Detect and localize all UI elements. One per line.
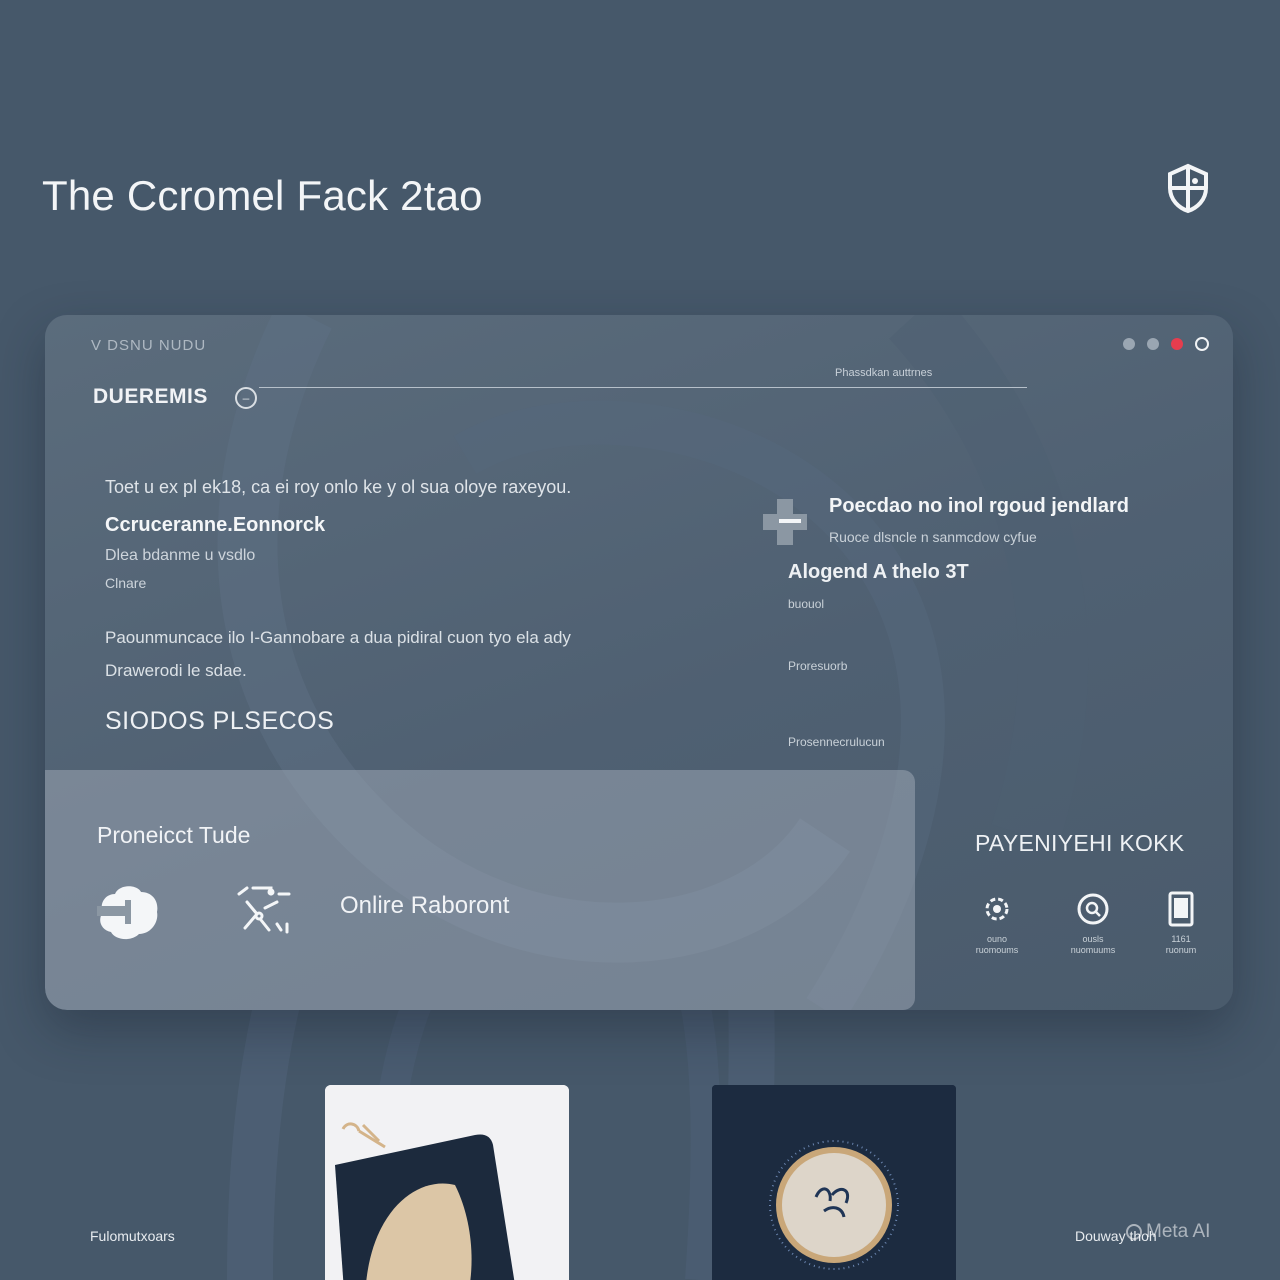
heading-divider — [259, 387, 1027, 388]
payment-caption: ruonum — [1165, 945, 1197, 955]
status-label: SIODOS PLSECOS — [105, 707, 335, 735]
shield-logo[interactable] — [1162, 162, 1214, 214]
lead-note: Clnare — [105, 575, 147, 591]
info-icon[interactable]: – — [235, 387, 257, 409]
window-controls — [1123, 337, 1209, 351]
search-circle-icon — [1077, 893, 1109, 925]
plate-product-image — [712, 1085, 956, 1280]
window-dot[interactable] — [1147, 338, 1159, 350]
lead-subtitle: Dlea bdanme u vsdlo — [105, 547, 256, 564]
page-title: The Ccromel Fack 2tao — [42, 172, 483, 219]
card-icon — [1168, 891, 1194, 927]
lead-title: Ccruceranne.Eonnorck — [105, 514, 326, 536]
payment-caption: nuomuums — [1070, 945, 1116, 955]
section-heading: DUEREMIS — [93, 385, 208, 408]
glasses-product-image — [325, 1085, 569, 1280]
product-panel: Proneicct Tude Onlire Raboront — [45, 770, 915, 1010]
settings-cog-icon — [985, 897, 1009, 921]
payment-title: PAYENIYEHI KOKK — [975, 830, 1185, 856]
window-dot-alert[interactable] — [1171, 338, 1183, 350]
route-icon[interactable] — [231, 880, 295, 944]
footer-left-label[interactable]: Fulomutxoars — [90, 1228, 175, 1244]
product-label: Proneicct Tude — [97, 822, 251, 848]
window-dot[interactable] — [1123, 338, 1135, 350]
product-thumbnail[interactable] — [325, 1085, 569, 1280]
rule-caption[interactable]: Phassdkan auttrnes — [835, 367, 932, 379]
body-line: Paounmuncace ilo I-Gannobare a dua pidir… — [105, 628, 571, 647]
payment-option[interactable]: 1161 ruonum — [1141, 890, 1221, 956]
payment-caption: ousls — [1082, 934, 1104, 944]
meta-ai-icon — [1126, 1224, 1142, 1240]
power-icon[interactable] — [1195, 337, 1209, 351]
payment-caption: ouno — [986, 934, 1008, 944]
body-line: Drawerodi le sdae. — [105, 661, 247, 680]
watermark: Meta AI — [1126, 1221, 1210, 1243]
payment-option[interactable]: ouno ruomoums — [957, 890, 1037, 956]
right-heading: Alogend A thelo 3T — [788, 561, 969, 583]
payment-option[interactable]: ousls nuomuums — [1053, 890, 1133, 956]
plus-cross-icon — [763, 499, 807, 545]
card-kicker: V DSNU NUDU — [91, 337, 207, 354]
feature-title: Poecdao no inol rgoud jendlard — [829, 495, 1130, 517]
online-label[interactable]: Onlire Raboront — [340, 892, 509, 920]
payment-caption: 1161 — [1171, 934, 1191, 944]
product-thumbnail[interactable] — [712, 1085, 956, 1280]
watermark-text: Meta AI — [1146, 1221, 1211, 1242]
cloud-icon[interactable] — [97, 880, 161, 944]
body-text: Paounmuncace ilo I-Gannobare a dua pidir… — [105, 621, 725, 687]
main-card: V DSNU NUDU DUEREMIS – Phassdkan auttrne… — [45, 315, 1233, 1010]
right-note: buouol — [788, 597, 825, 611]
payment-caption: ruomoums — [975, 945, 1019, 955]
left-column: Toet u ex pl ek18, ca ei roy onlo ke y o… — [105, 477, 725, 736]
right-link[interactable]: Prosennecrulucun — [788, 735, 885, 749]
feature-subtitle: Ruoce dlsncle n sanmcdow cyfue — [829, 529, 1037, 545]
lead-text: Toet u ex pl ek18, ca ei roy onlo ke y o… — [105, 477, 572, 497]
right-link[interactable]: Proresuorb — [788, 659, 847, 673]
